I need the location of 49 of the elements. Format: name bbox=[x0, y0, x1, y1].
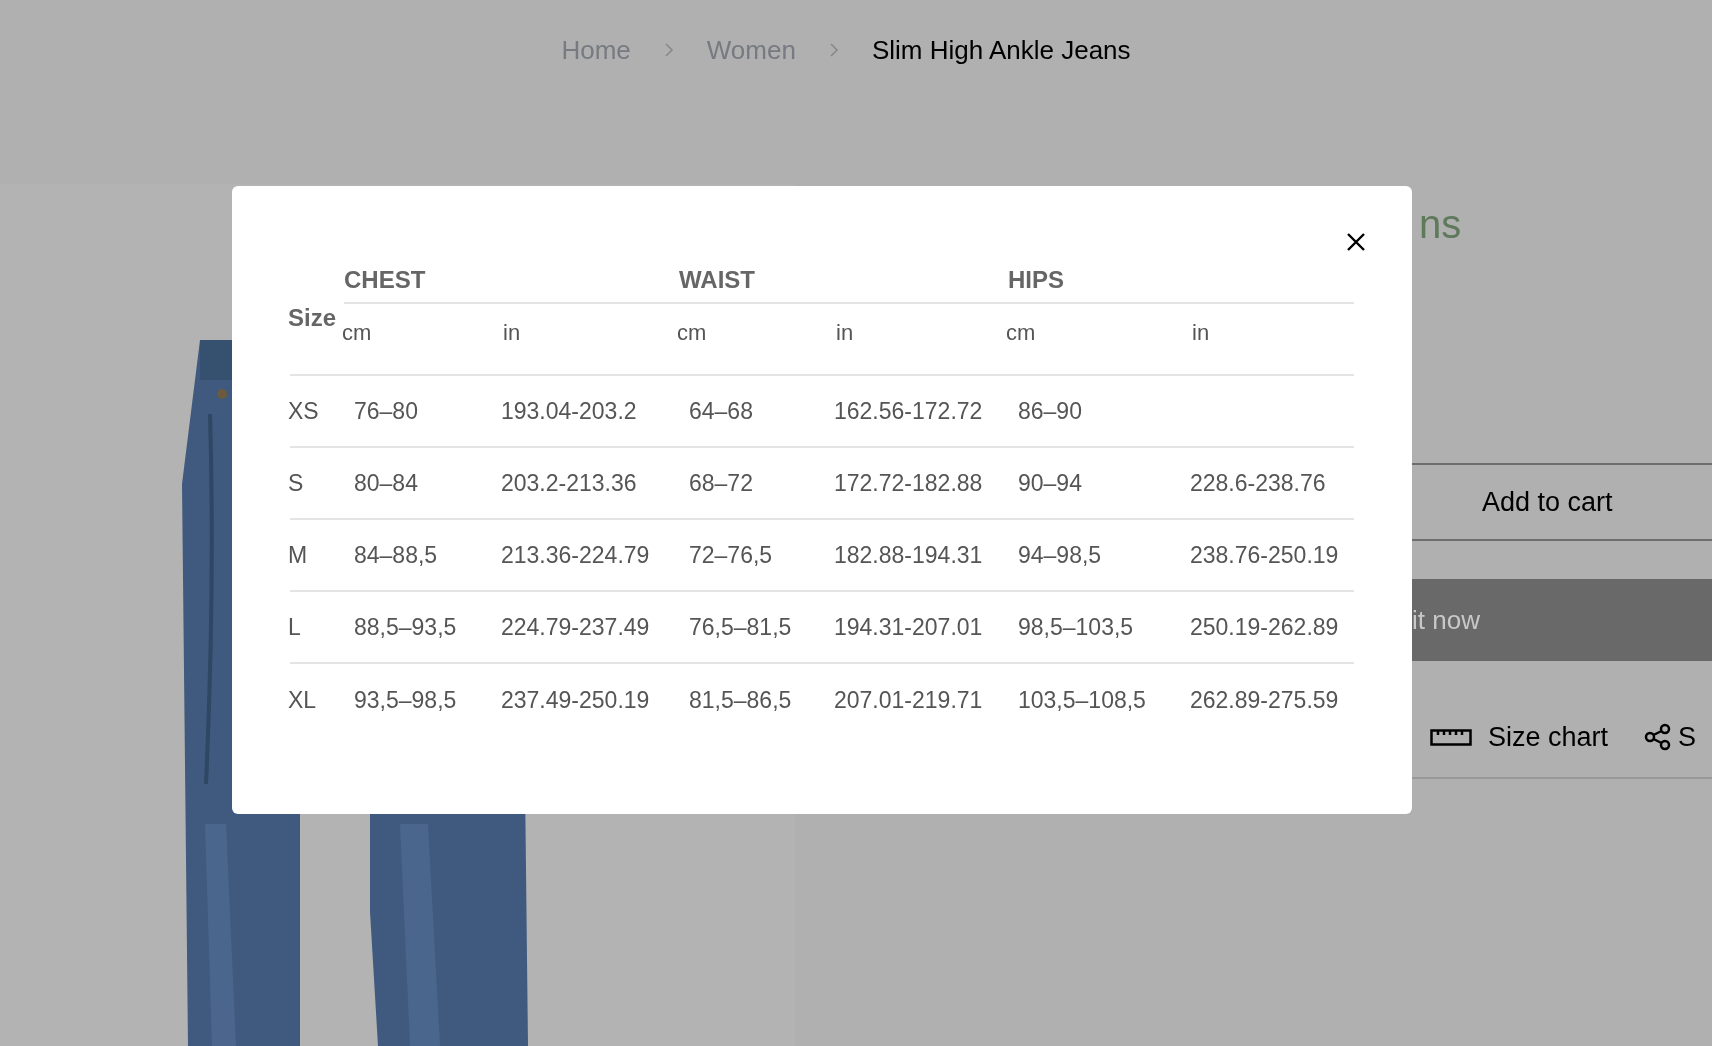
table-cell-text: 213.36-224.79 bbox=[501, 540, 651, 570]
chevron-icon bbox=[827, 42, 840, 58]
table-cell-text: 228.6-238.76 bbox=[1190, 468, 1327, 498]
table-cell-text: 207.01-219.71 bbox=[834, 685, 984, 715]
table-cell-text: 238.76-250.19 bbox=[1190, 540, 1340, 570]
table-cell-text: 94–98,5 bbox=[1018, 540, 1103, 570]
table-cell-text: 88,5–93,5 bbox=[354, 612, 458, 642]
table-cell-text: 182.88-194.31 bbox=[834, 540, 984, 570]
table-cell-text: 80–84 bbox=[354, 468, 419, 498]
table-cell-text: 72–76,5 bbox=[689, 540, 774, 570]
unit-header: cm bbox=[1006, 319, 1037, 347]
table-cell-text: 262.89-275.59 bbox=[1190, 685, 1340, 715]
share-icon bbox=[1644, 723, 1673, 751]
table-cell-text: 64–68 bbox=[689, 396, 754, 426]
unit-header: in bbox=[1192, 319, 1211, 347]
unit-header: cm bbox=[342, 319, 373, 347]
table-cell-text: 76–80 bbox=[354, 396, 419, 426]
table-cell-text: 162.56-172.72 bbox=[834, 396, 984, 426]
table-cell-text: 90–94 bbox=[1018, 468, 1083, 498]
ruler-icon bbox=[1430, 727, 1472, 747]
table-cell-text: 93,5–98,5 bbox=[354, 685, 458, 715]
table-cell-text: 103,5–108,5 bbox=[1018, 685, 1147, 715]
share-label: S bbox=[1678, 720, 1697, 754]
column-group-header: HIPS bbox=[1008, 258, 1354, 304]
size-cell-text: S bbox=[288, 468, 305, 498]
size-chart-link[interactable]: Size chart bbox=[1430, 716, 1609, 758]
table-cell-text: 76,5–81,5 bbox=[689, 612, 793, 642]
table-cell-text: 237.49-250.19 bbox=[501, 685, 651, 715]
breadcrumb-current[interactable]: Slim High Ankle Jeans bbox=[871, 30, 1131, 70]
size-cell-text: M bbox=[288, 540, 309, 570]
size-chart-label: Size chart bbox=[1488, 720, 1609, 754]
unit-header: cm bbox=[677, 319, 708, 347]
table-cell-text: 98,5–103,5 bbox=[1018, 612, 1135, 642]
table-cell-text: 86–90 bbox=[1018, 396, 1083, 426]
table-cell-text: 68–72 bbox=[689, 468, 754, 498]
size-cell-text: L bbox=[288, 612, 302, 642]
table-cell-text: 84–88,5 bbox=[354, 540, 439, 570]
table-cell-text: 81,5–86,5 bbox=[689, 685, 793, 715]
share-link[interactable]: S bbox=[1644, 716, 1697, 758]
size-cell-text: XS bbox=[288, 396, 320, 426]
product-title: ns bbox=[1419, 204, 1462, 244]
table-cell-text: 172.72-182.88 bbox=[834, 468, 984, 498]
table-cell-text: 193.04-203.2 bbox=[501, 396, 638, 426]
chevron-icon bbox=[662, 42, 675, 58]
table-cell-text: 203.2-213.36 bbox=[501, 468, 638, 498]
table-cell-text: 194.31-207.01 bbox=[834, 612, 984, 642]
table-cell-text: 224.79-237.49 bbox=[501, 612, 651, 642]
size-cell-text: XL bbox=[288, 685, 318, 715]
table-cell-text: 250.19-262.89 bbox=[1190, 612, 1340, 642]
